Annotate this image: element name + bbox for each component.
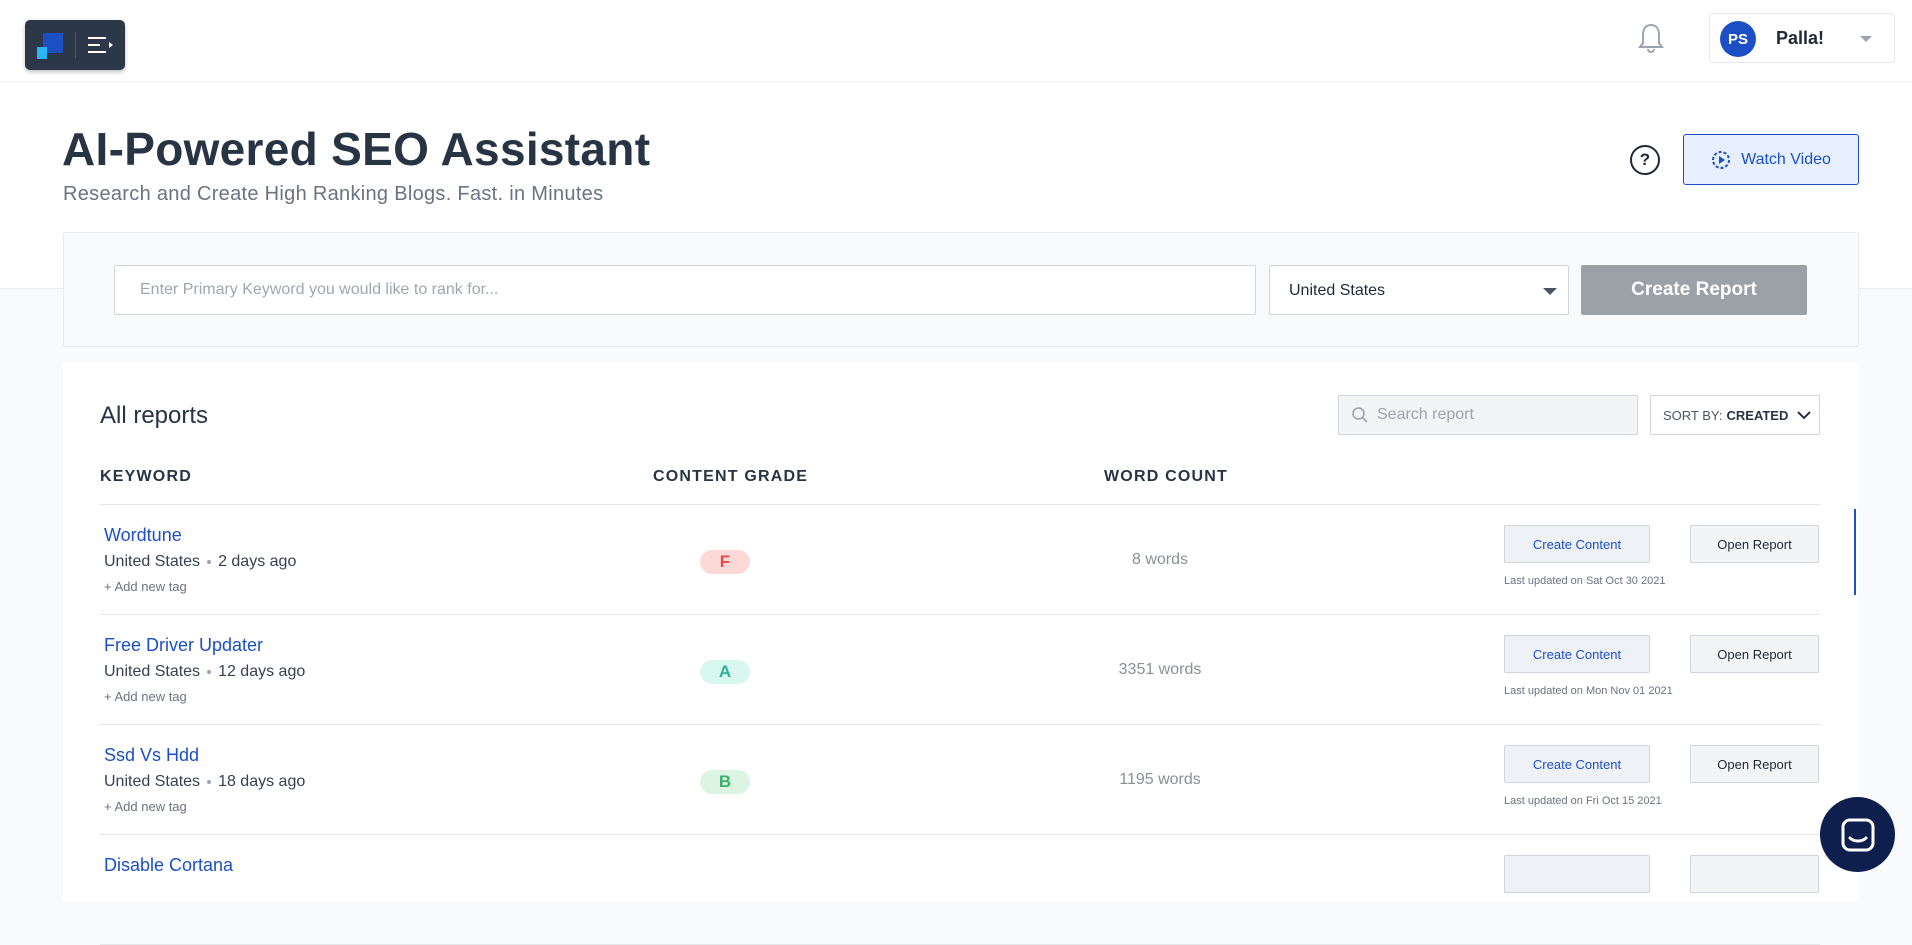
report-age: 18 days ago	[218, 773, 306, 790]
open-report-button[interactable]: Open Report	[1690, 525, 1819, 563]
report-keyword-link[interactable]: Disable Cortana	[104, 855, 233, 876]
report-keyword-link[interactable]: Wordtune	[104, 525, 182, 546]
word-count: 8 words	[1131, 551, 1189, 568]
create-content-button[interactable]	[1504, 855, 1650, 893]
last-updated: Last updated on Fri Oct 15 2021	[1504, 795, 1662, 807]
keyword-input[interactable]	[114, 265, 1256, 315]
logo-icon	[37, 33, 63, 59]
user-name: Palla!	[1776, 28, 1825, 48]
separator-dot	[207, 670, 212, 674]
create-content-button[interactable]: Create Content	[1504, 745, 1650, 783]
chat-icon	[1841, 818, 1874, 851]
content-grade-badge: F	[700, 550, 750, 574]
chevron-down-icon	[1543, 288, 1557, 295]
avatar: PS	[1720, 21, 1756, 57]
add-tag-link[interactable]: + Add new tag	[104, 579, 187, 594]
bell-icon[interactable]	[1636, 22, 1666, 54]
help-icon[interactable]: ?	[1630, 145, 1660, 175]
word-count: 1195 words	[1119, 771, 1201, 788]
country-select[interactable]: United States	[1269, 265, 1569, 315]
column-header-word-count[interactable]: WORD COUNT	[1104, 468, 1228, 486]
open-report-button[interactable]: Open Report	[1690, 635, 1819, 673]
report-country: United States	[104, 663, 201, 680]
reports-card: All reports SORT BY: CREATED KEYWORD CON…	[63, 362, 1859, 945]
last-updated: Last updated on Mon Nov 01 2021	[1504, 685, 1673, 697]
chevron-down-icon	[1797, 411, 1812, 420]
search-report-field[interactable]	[1338, 395, 1638, 435]
reports-title: All reports	[100, 402, 209, 429]
create-content-button[interactable]: Create Content	[1504, 635, 1650, 673]
report-keyword-link[interactable]: Free Driver Updater	[104, 635, 263, 656]
sort-value: CREATED	[1726, 407, 1789, 423]
sort-dropdown[interactable]: SORT BY: CREATED	[1650, 395, 1820, 435]
report-age: 12 days ago	[218, 663, 306, 680]
content-grade-badge: B	[700, 770, 750, 794]
report-country: United States	[104, 773, 201, 790]
word-count: 3351 words	[1118, 661, 1202, 678]
column-header-keyword[interactable]: KEYWORD	[100, 468, 192, 486]
report-country: United States	[104, 553, 201, 570]
add-tag-link[interactable]: + Add new tag	[104, 689, 187, 704]
table-row: Free Driver Updater United States 12 day…	[100, 615, 1820, 725]
separator-dot	[207, 780, 212, 784]
open-report-button[interactable]	[1690, 855, 1819, 893]
report-meta: United States 2 days ago	[104, 553, 296, 571]
sort-label: SORT BY:	[1663, 407, 1723, 423]
watch-video-button[interactable]: Watch Video	[1683, 134, 1859, 185]
separator-dot	[207, 560, 212, 564]
report-meta: United States 12 days ago	[104, 663, 305, 681]
content-grade-badge: A	[700, 660, 750, 684]
search-report-input[interactable]	[1377, 396, 1632, 434]
menu-icon[interactable]	[88, 35, 114, 55]
add-tag-link[interactable]: + Add new tag	[104, 799, 187, 814]
report-keyword-link[interactable]: Ssd Vs Hdd	[104, 745, 199, 766]
table-row: Wordtune United States 2 days ago + Add …	[100, 505, 1820, 615]
watch-video-label: Watch Video	[1741, 150, 1831, 168]
create-content-button[interactable]: Create Content	[1504, 525, 1650, 563]
table-row: Ssd Vs Hdd United States 18 days ago + A…	[100, 725, 1820, 835]
report-meta: United States 18 days ago	[104, 773, 305, 791]
last-updated: Last updated on Sat Oct 30 2021	[1504, 575, 1666, 587]
logo-divider	[75, 32, 76, 58]
user-menu[interactable]: PS Palla!	[1709, 13, 1895, 63]
open-report-button[interactable]: Open Report	[1690, 745, 1819, 783]
keyword-search-panel: United States Create Report	[63, 232, 1859, 347]
search-icon	[1352, 407, 1368, 423]
page-title: AI-Powered SEO Assistant	[62, 123, 651, 175]
create-report-button[interactable]: Create Report	[1581, 265, 1807, 315]
app-logo-menu[interactable]	[25, 20, 125, 70]
column-header-content-grade[interactable]: CONTENT GRADE	[653, 468, 808, 486]
play-circle-icon	[1712, 150, 1731, 169]
chat-launcher[interactable]	[1820, 797, 1895, 872]
country-value: United States	[1289, 282, 1386, 299]
table-row: Disable Cortana	[100, 835, 1820, 945]
scroll-indicator[interactable]	[1854, 509, 1856, 595]
chevron-down-icon	[1860, 36, 1872, 42]
top-bar: PS Palla!	[0, 0, 1912, 82]
page-subtitle: Research and Create High Ranking Blogs. …	[63, 183, 604, 205]
report-age: 2 days ago	[218, 553, 297, 570]
